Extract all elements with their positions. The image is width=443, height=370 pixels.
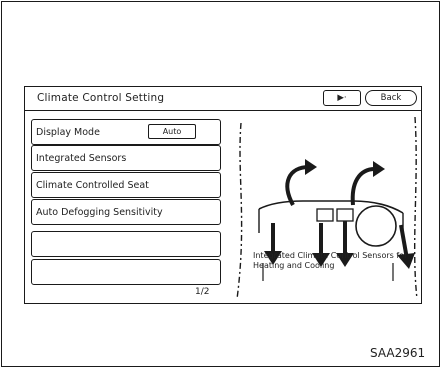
- scroll-indicator: 1/2: [195, 287, 210, 297]
- screen-header: Climate Control Setting ▶· Back: [25, 87, 421, 111]
- menu-item-label: Integrated Sensors: [36, 152, 127, 164]
- menu-item-auto-defog[interactable]: Auto Defogging Sensitivity: [31, 199, 221, 225]
- figure-frame: Climate Control Setting ▶· Back Display …: [1, 1, 440, 367]
- menu-item-label: Auto Defogging Sensitivity: [36, 206, 163, 218]
- menu-item-empty[interactable]: [31, 231, 221, 257]
- figure-code: SAA2961: [370, 346, 426, 360]
- climate-illustration: [236, 116, 418, 300]
- back-button[interactable]: Back: [365, 90, 417, 106]
- page-title: Climate Control Setting: [37, 92, 165, 104]
- menu-item-display-mode[interactable]: Display Mode Auto: [31, 119, 221, 145]
- menu-item-integrated-sensors[interactable]: Integrated Sensors: [31, 145, 221, 171]
- info-button[interactable]: ▶·: [323, 90, 361, 106]
- menu-item-empty[interactable]: [31, 259, 221, 285]
- menu-item-climate-seat[interactable]: Climate Controlled Seat: [31, 172, 221, 198]
- description-text: Integrated Climate Control Sensors for H…: [253, 251, 408, 270]
- display-mode-toggle[interactable]: Auto: [148, 124, 196, 139]
- display-screen: Climate Control Setting ▶· Back Display …: [24, 86, 422, 304]
- info-button-label: ▶·: [337, 93, 347, 103]
- back-button-label: Back: [380, 93, 402, 103]
- menu-item-label: Climate Controlled Seat: [36, 179, 149, 191]
- settings-menu: Display Mode Auto Integrated Sensors Cli…: [31, 119, 223, 287]
- menu-item-label: Display Mode: [36, 126, 100, 138]
